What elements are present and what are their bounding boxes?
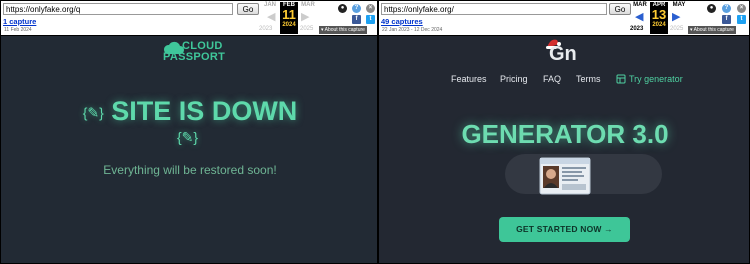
captures-link-2[interactable]: 49 captures [381, 17, 423, 26]
next-capture-icon-2[interactable]: ▶ [672, 12, 680, 23]
user-icon-2[interactable]: ● [707, 4, 716, 13]
nav-try-generator[interactable]: Try generator [629, 74, 683, 84]
about-capture-button-2[interactable]: ▾ About this capture [688, 26, 736, 34]
generator-icon [616, 74, 626, 84]
brand-line2: PASSPORT [163, 51, 226, 63]
current-day-2: 13 [651, 7, 667, 22]
next-capture-icon[interactable]: ▶ [301, 12, 309, 23]
left-screenshot-pane: https://onlyfake.org/q Go 1 capture 11 F… [0, 0, 378, 264]
help-icon-2[interactable]: ? [722, 4, 731, 13]
close-icon[interactable]: × [366, 4, 375, 13]
right-screenshot-pane: https://onlyfake.org/ Go 49 captures 22 … [378, 0, 750, 264]
prev-capture-icon[interactable]: ◀ [267, 12, 275, 23]
close-icon-2[interactable]: × [737, 4, 746, 13]
site-down-text: SITE IS DOWN [111, 96, 298, 126]
generator-headline: GENERATOR 3.0 [461, 119, 669, 149]
wayback-toolbar: https://onlyfake.org/q Go 1 capture 11 F… [1, 1, 377, 36]
brand-line1: CLOUD [182, 40, 223, 52]
nav-terms[interactable]: Terms [576, 74, 601, 84]
current-month-cell: FEB 11 2024 [280, 2, 298, 34]
help-icon[interactable]: ? [352, 4, 361, 13]
next-month-label[interactable]: MAR [299, 2, 317, 8]
prev-capture-icon-2[interactable]: ◀ [635, 12, 643, 23]
twitter-icon[interactable]: t [366, 15, 375, 24]
edit-brace-icon: {✎} [82, 104, 104, 121]
current-month-cell-2: APR 13 2024 [650, 2, 668, 34]
wayback-toolbar-2: https://onlyfake.org/ Go 49 captures 22 … [379, 1, 749, 36]
restore-message: Everything will be restored soon! [103, 163, 277, 177]
capture-date-range: 11 Feb 2024 [4, 27, 32, 33]
url-input-2[interactable]: https://onlyfake.org/ [381, 3, 607, 15]
about-capture-button[interactable]: ▾ About this capture [319, 26, 367, 34]
nav-pricing[interactable]: Pricing [500, 74, 528, 84]
facebook-icon[interactable]: f [352, 15, 361, 24]
current-year: 2024 [282, 22, 296, 28]
go-button-2[interactable]: Go [609, 3, 631, 15]
prev-month-label[interactable]: JAN [261, 2, 279, 8]
edit-brace-icon-2: {✎} [177, 129, 199, 145]
url-input[interactable]: https://onlyfake.org/q [3, 3, 233, 15]
go-button[interactable]: Go [237, 3, 259, 15]
next-year-label[interactable]: 2025 [300, 26, 313, 32]
current-year-2: 2024 [652, 22, 666, 28]
next-year-label-2[interactable]: 2025 [670, 26, 683, 32]
current-day: 11 [282, 7, 296, 22]
prev-year-label[interactable]: 2023 [259, 26, 272, 32]
nav-faq[interactable]: FAQ [543, 74, 561, 84]
user-icon[interactable]: ● [338, 4, 347, 13]
capture-date-range-2: 22 Jan 2023 - 12 Dec 2024 [382, 27, 443, 33]
site-down-headline: {✎} SITE IS DOWN [1, 96, 377, 127]
prev-month-label-2[interactable]: MAR [631, 2, 649, 8]
captures-link[interactable]: 1 capture [3, 17, 36, 26]
site-logo[interactable]: Gn [549, 43, 577, 66]
twitter-icon-2[interactable]: t [737, 15, 746, 24]
facebook-icon-2[interactable]: f [722, 15, 731, 24]
id-card-image [539, 157, 591, 195]
next-month-label-2[interactable]: MAY [670, 2, 688, 8]
get-started-button[interactable]: GET STARTED NOW → [499, 217, 630, 242]
prev-year-label-2[interactable]: 2023 [630, 26, 643, 32]
nav-features[interactable]: Features [451, 74, 487, 84]
